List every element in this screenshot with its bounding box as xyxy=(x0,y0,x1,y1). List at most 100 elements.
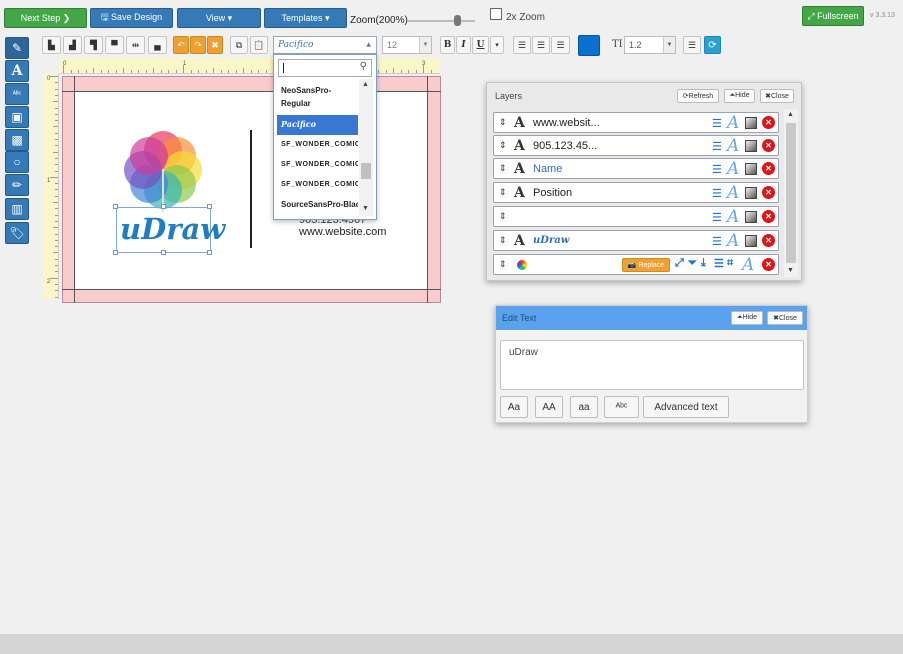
chevron-up-icon[interactable]: ▲ xyxy=(787,111,794,118)
align-icon[interactable]: ☰ xyxy=(712,163,722,176)
drag-handle-icon[interactable]: ⇕ xyxy=(499,235,507,246)
align-top-right-button[interactable]: ▜ xyxy=(84,36,103,54)
upper-case-button[interactable]: AA xyxy=(535,396,563,418)
drag-handle-icon[interactable]: ⇕ xyxy=(499,187,507,198)
font-option[interactable]: Pacifico xyxy=(277,115,358,135)
layer-label[interactable]: www.websit... xyxy=(533,117,600,129)
logo-text[interactable]: uDraw xyxy=(120,212,225,246)
bold-button[interactable]: B xyxy=(440,36,455,54)
flower-logo-image[interactable] xyxy=(121,128,205,212)
layer-row[interactable]: ⇕ A Position ☰ A ✕ xyxy=(493,182,779,203)
scrollbar-thumb[interactable] xyxy=(786,123,796,263)
tags-tool[interactable]: 🏷 xyxy=(5,222,29,244)
align-right-button[interactable]: ☰ xyxy=(551,36,570,54)
resize-handle[interactable] xyxy=(207,204,212,209)
expand-icon[interactable]: ⤢ xyxy=(675,257,684,270)
text-tool[interactable]: A xyxy=(5,60,29,82)
text-options-dropdown[interactable]: ▾ xyxy=(490,36,504,54)
align-icon[interactable]: ☰ xyxy=(712,211,722,224)
chevron-up-icon[interactable]: ▲ xyxy=(362,81,369,88)
drag-handle-icon[interactable]: ⇕ xyxy=(499,211,507,222)
delete-icon[interactable]: ✕ xyxy=(762,162,775,175)
font-option[interactable]: SF_WONDER_COMIC xyxy=(277,175,358,195)
font-family-select[interactable]: Pacifico ▲ xyxy=(273,36,377,54)
align-center-button[interactable]: ⇹ xyxy=(126,36,145,54)
delete-icon[interactable]: ✕ xyxy=(762,258,775,271)
lower-case-button[interactable]: aa xyxy=(570,396,598,418)
resize-handle[interactable] xyxy=(161,204,166,209)
clear-button[interactable]: ✖ xyxy=(207,36,223,54)
paste-icon[interactable]: 📋 xyxy=(250,36,268,54)
color-icon[interactable] xyxy=(745,140,757,152)
layer-label[interactable]: Name xyxy=(533,163,562,175)
chevron-down-icon[interactable]: ▼ xyxy=(362,205,369,212)
font-size-select[interactable]: 12 ▼ xyxy=(382,36,432,54)
underline-button[interactable]: U xyxy=(472,36,489,54)
layer-row[interactable]: ⇕ Awww.websit... ☰ A ✕ xyxy=(493,112,779,133)
align-center-text-button[interactable]: ☰ xyxy=(532,36,550,54)
font-style-icon[interactable]: A xyxy=(727,113,739,133)
refresh-icon[interactable]: ⟳ xyxy=(704,36,721,54)
scrollbar-thumb[interactable] xyxy=(361,163,371,179)
font-option[interactable]: NeoSansPro-Regular xyxy=(277,81,358,115)
replace-image-button[interactable]: 📷 Replace xyxy=(622,258,670,272)
delete-icon[interactable]: ✕ xyxy=(762,234,775,247)
filter-icon[interactable]: ⏷ xyxy=(688,257,697,270)
list-button[interactable]: ☰ xyxy=(683,36,701,54)
advanced-text-button[interactable]: Advanced text xyxy=(643,396,729,418)
drag-handle-icon[interactable]: ⇕ xyxy=(499,140,507,151)
font-option[interactable]: SourceSansPro-Black xyxy=(277,195,358,215)
layers-hide-button[interactable]: ⏶Hide xyxy=(724,89,755,103)
align-icon[interactable]: ☰ xyxy=(714,257,724,270)
curved-text-tool[interactable]: ᴬᴮᶜ xyxy=(5,83,29,105)
layers-scrollbar[interactable]: ▲ ▼ xyxy=(784,109,798,277)
resize-handle[interactable] xyxy=(113,250,118,255)
download-icon[interactable]: ⤓ xyxy=(701,257,706,270)
resize-handle[interactable] xyxy=(161,250,166,255)
align-top-left-button[interactable]: ▙ xyxy=(42,36,61,54)
layers-refresh-button[interactable]: ⟳Refresh xyxy=(677,89,719,103)
drag-handle-icon[interactable]: ⇕ xyxy=(499,163,507,174)
next-step-button[interactable]: Next Step ❯ xyxy=(4,8,87,28)
italic-button[interactable]: I xyxy=(456,36,471,54)
vertical-divider-line[interactable] xyxy=(250,130,252,248)
edit-text-textarea[interactable]: uDraw xyxy=(500,340,804,390)
font-dropdown[interactable]: ⚲ NeoSansPro-Regular Pacifico SF_WONDER_CO… xyxy=(273,54,377,220)
resize-handle[interactable] xyxy=(207,250,212,255)
double-zoom-checkbox[interactable] xyxy=(490,8,502,20)
chevron-down-icon[interactable]: ▼ xyxy=(787,267,794,274)
align-top-center-button[interactable]: ▟ xyxy=(63,36,82,54)
align-icon[interactable]: ☰ xyxy=(712,235,722,248)
layer-label[interactable]: Position xyxy=(533,187,572,199)
layer-row[interactable]: ⇕ A 905.123.45... ☰ A ✕ xyxy=(493,135,779,156)
color-icon[interactable] xyxy=(745,117,757,129)
font-list-scrollbar[interactable]: ▲ ▼ xyxy=(359,79,373,216)
font-style-icon[interactable]: A xyxy=(727,207,739,227)
font-style-icon[interactable]: A xyxy=(727,183,739,203)
undo-button[interactable]: ↶ xyxy=(173,36,189,54)
qr-code-tool[interactable]: ▩ xyxy=(5,129,29,151)
edit-text-close-button[interactable]: ✖Close xyxy=(767,311,803,325)
barcode-tool[interactable]: ▥ xyxy=(5,198,29,220)
draw-tool[interactable]: ✏ xyxy=(5,174,29,196)
layer-label[interactable]: uDraw xyxy=(533,235,569,246)
redo-button[interactable]: ↷ xyxy=(190,36,206,54)
layer-row[interactable]: ⇕ 📷 Replace ⤢ ⏷ ⤓ ☰ ⌗ A ✕ xyxy=(493,254,779,275)
layer-label[interactable]: 905.123.45... xyxy=(533,140,597,152)
curved-text-button[interactable]: ᴬᵇᶜ xyxy=(604,396,639,418)
delete-icon[interactable]: ✕ xyxy=(762,116,775,129)
color-icon[interactable] xyxy=(745,163,757,175)
shape-tool[interactable]: ○ xyxy=(5,151,29,173)
align-middle-button[interactable]: ▀ xyxy=(105,36,124,54)
drag-handle-icon[interactable]: ⇕ xyxy=(499,259,507,270)
layer-row[interactable]: ⇕ AuDraw ☰ A ✕ xyxy=(493,230,779,251)
crop-icon[interactable]: ⌗ xyxy=(727,257,733,270)
delete-icon[interactable]: ✕ xyxy=(762,210,775,223)
text-color-swatch[interactable] xyxy=(578,35,600,56)
align-bottom-button[interactable]: ▄ xyxy=(148,36,167,54)
color-icon[interactable] xyxy=(745,235,757,247)
templates-menu-button[interactable]: Templates ▾ xyxy=(264,8,347,28)
layers-close-button[interactable]: ✖Close xyxy=(760,89,794,103)
font-option[interactable]: SF_WONDER_COMIC xyxy=(277,155,358,175)
font-search-input[interactable]: ⚲ xyxy=(278,59,372,77)
